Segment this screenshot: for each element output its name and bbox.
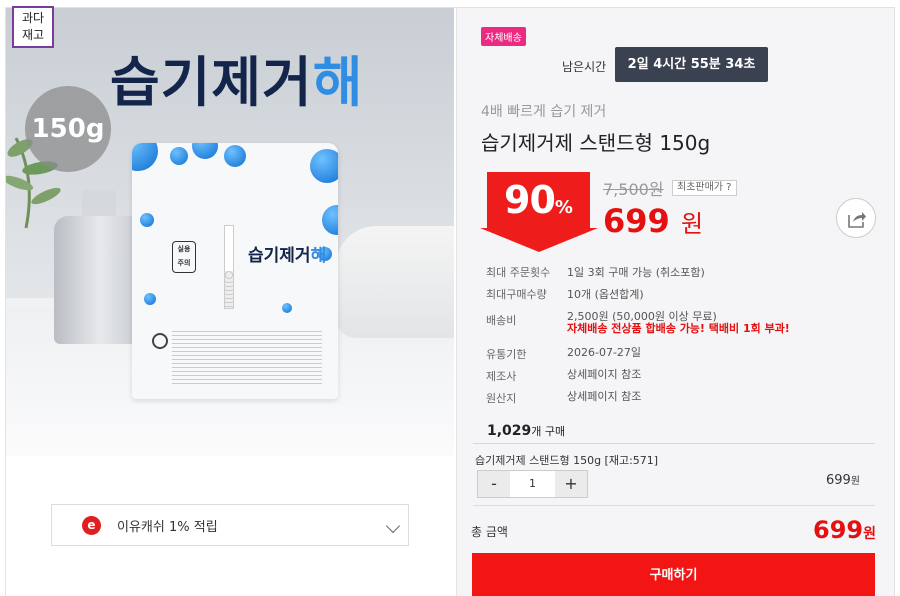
option-name: 습기제거제 스탠드형 150g [재고:571] [475,454,659,467]
water-drop [144,293,156,305]
buy-button[interactable]: 구매하기 [472,553,875,596]
sale-price: 699 원 [603,202,704,240]
shipping-warning: 자체배송 전상품 합배송 가능! 택배비 1회 부과! [567,322,790,335]
chevron-down-icon[interactable] [385,518,401,534]
share-icon [848,212,866,228]
discount-arrow [480,228,598,252]
original-price: 7,500원 [603,180,664,199]
discount-percent: % [554,197,573,218]
product-subtitle: 4배 빠르게 습기 제거 [481,104,607,120]
water-drop [192,143,218,159]
weight-badge: 150g [25,86,111,172]
eyoucash-icon: e [82,515,101,535]
water-drop [132,143,158,171]
water-drop [170,147,188,165]
pouch-seal-icon [152,333,168,349]
quantity-stepper: - 1 + [477,470,588,498]
discount-badge: 90% [487,172,590,228]
purchase-count: 1,029개 구매 [487,423,566,439]
water-drop [310,149,338,183]
water-drop [224,145,246,167]
pouch-fine-print [172,331,322,387]
total-price: 699원 [813,516,876,544]
caution-label: 실용 주의 [172,241,196,273]
decrease-quantity-button[interactable]: - [478,471,510,497]
pouch-logo: 습기제거해 [248,246,327,266]
selected-option: 습기제거제 스탠드형 150g [재고:571] - 1 + 699원 [473,444,875,506]
countdown-timer: 2일 4시간 55분 34초 [615,47,768,82]
share-button[interactable] [836,198,876,238]
increase-quantity-button[interactable]: + [555,471,587,497]
towel-decoration [336,226,454,338]
remaining-time-label: 남은시간 [562,60,607,74]
quantity-input[interactable]: 1 [510,471,555,497]
first-sale-price-button[interactable]: 최초판매가 ? [672,180,737,196]
option-price: 699원 [825,473,860,488]
water-drop [282,303,292,313]
product-image: 습기제거해 150g 실용 주의 습기제거해 [6,8,454,456]
right-panel [457,8,894,596]
product-pouch: 실용 주의 습기제거해 [132,143,338,399]
product-title: 습기제거제 스탠드형 150g [481,131,711,155]
points-label: 이유캐쉬 1% 적립 [117,519,218,535]
water-drop [322,205,338,235]
eyoucash-points-dropdown[interactable]: e 이유캐쉬 1% 적립 [51,504,409,546]
total-label: 총 금액 [471,525,508,539]
delivery-badge: 자체배송 [481,27,526,46]
panel-divider [456,8,457,596]
water-drop [140,213,154,227]
brand-title: 습기제거해 [110,51,364,114]
overstock-badge: 과다 재고 [12,6,54,48]
discount-number: 90 [504,178,556,222]
pouch-beads [225,271,233,308]
